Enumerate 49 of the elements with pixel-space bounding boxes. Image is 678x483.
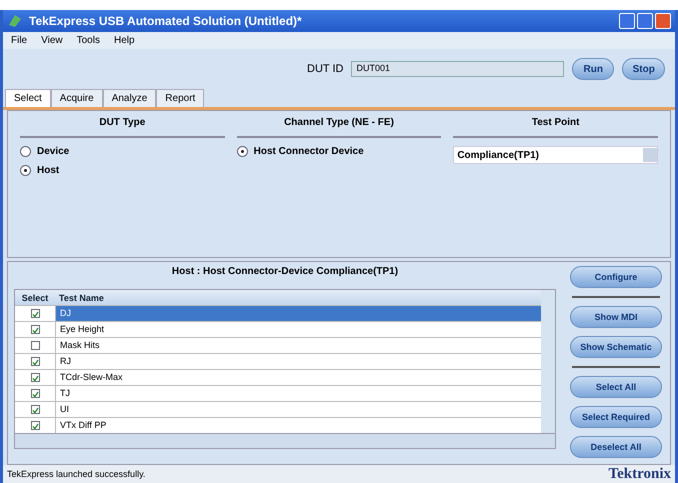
tab[interactable]: Acquire	[50, 89, 103, 107]
status-message: TekExpress launched successfully.	[7, 469, 146, 479]
vertical-scrollbar[interactable]	[541, 290, 555, 433]
app-icon	[7, 13, 23, 29]
maximize-button[interactable]	[637, 13, 653, 29]
radio-button[interactable]	[236, 146, 248, 157]
column-heading: Test Point	[453, 111, 658, 138]
menu-item[interactable]: Tools	[76, 35, 100, 46]
checkbox[interactable]	[30, 309, 40, 318]
tab[interactable]: Report	[156, 89, 204, 107]
checkbox[interactable]	[30, 389, 40, 398]
column-header: Test Name	[58, 292, 105, 302]
brand-logo: Tektronix	[608, 466, 671, 482]
menu-item[interactable]: View	[41, 35, 63, 46]
action-button[interactable]: Show Schematic	[570, 336, 662, 358]
action-button[interactable]: Show MDI	[570, 306, 662, 328]
tab[interactable]: Analyze	[102, 89, 156, 107]
test-point-dropdown[interactable]: Compliance(TP1)	[453, 146, 658, 164]
minimize-button[interactable]	[619, 13, 635, 29]
checkbox[interactable]	[30, 341, 40, 350]
menu-item[interactable]: Help	[114, 35, 135, 46]
close-button[interactable]	[655, 13, 671, 29]
column-heading: Channel Type (NE - FE)	[236, 111, 442, 138]
checkbox[interactable]	[30, 325, 40, 334]
option-label[interactable]: Host Connector Device	[254, 146, 364, 157]
column-header: Select	[20, 292, 50, 302]
horizontal-scrollbar[interactable]	[15, 433, 555, 448]
window-title: TekExpress USB Automated Solution (Untitled)*	[29, 14, 302, 28]
stop-button[interactable]: Stop	[622, 58, 665, 80]
dut-id-label: DUT ID	[307, 63, 344, 75]
column-heading: DUT Type	[20, 111, 225, 138]
checkbox[interactable]	[30, 405, 40, 414]
option-label[interactable]: Device	[37, 146, 70, 157]
action-button[interactable]: Deselect All	[570, 436, 662, 458]
action-button[interactable]: Configure	[570, 266, 662, 288]
action-button[interactable]: Select Required	[570, 406, 662, 428]
tests-title: Host : Host Connector-Device Compliance(TP1)	[170, 265, 400, 279]
radio-button[interactable]	[20, 146, 31, 157]
option-label[interactable]: Host	[37, 165, 60, 176]
menu-item[interactable]: File	[11, 35, 28, 46]
dut-id-field[interactable]: DUT001	[351, 61, 564, 77]
checkbox[interactable]	[30, 421, 40, 430]
radio-button[interactable]	[20, 165, 31, 176]
action-button[interactable]: Select All	[570, 376, 662, 398]
run-button[interactable]: Run	[572, 58, 614, 80]
checkbox[interactable]	[30, 373, 40, 382]
test-name-cell[interactable]: DJ	[55, 306, 541, 321]
tab[interactable]: Select	[5, 89, 51, 107]
checkbox[interactable]	[30, 357, 40, 366]
